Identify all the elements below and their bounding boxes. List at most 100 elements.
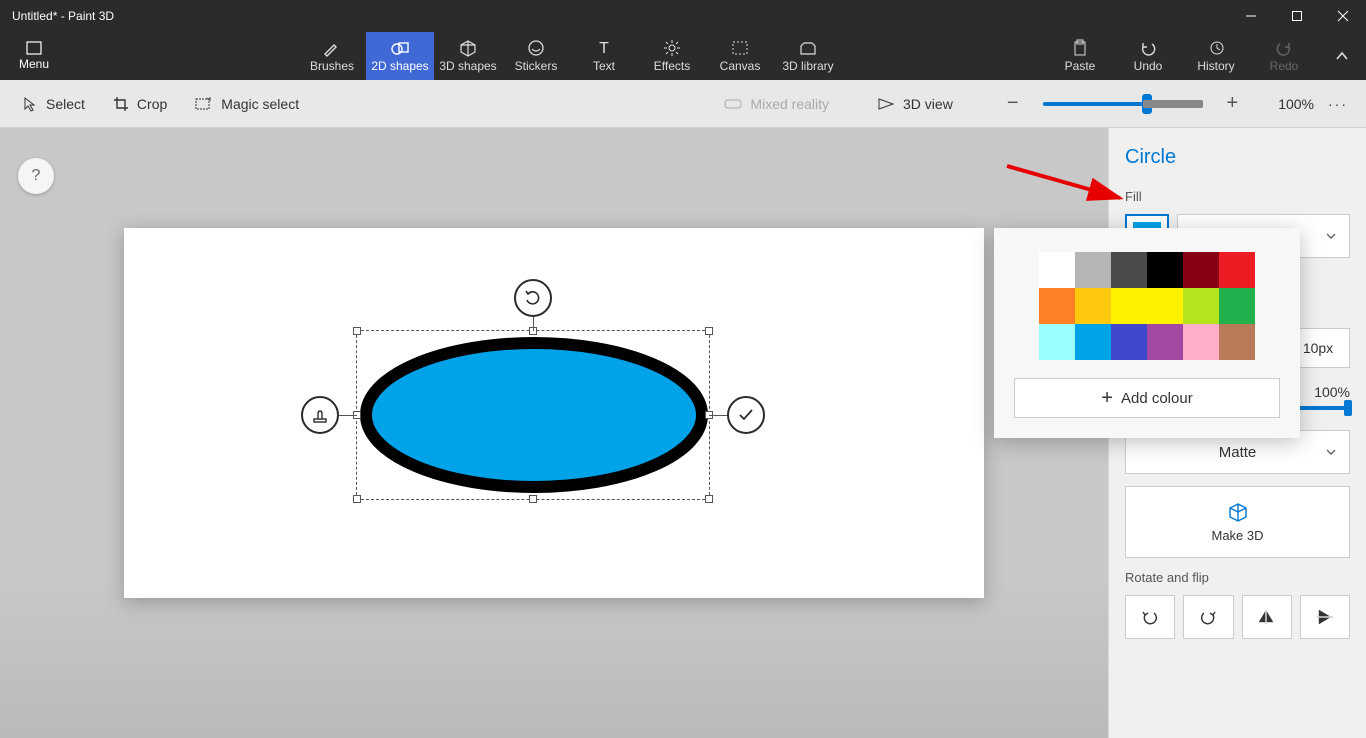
circle-shape[interactable] [359, 337, 709, 493]
select-tool[interactable]: Select [12, 90, 95, 118]
color-swatch[interactable] [1147, 288, 1183, 324]
ribbon: Menu Brushes 2D shapes 3D shapes Sticker… [0, 32, 1366, 80]
color-swatch[interactable] [1039, 324, 1075, 360]
rotate-ccw-button[interactable] [1125, 595, 1175, 639]
more-options-button[interactable]: ··· [1322, 96, 1354, 112]
crop-tool[interactable]: Crop [103, 90, 177, 118]
2d-shapes-tab[interactable]: 2D shapes [366, 32, 434, 80]
stickers-tab[interactable]: Stickers [502, 32, 570, 80]
selection-box[interactable] [356, 330, 710, 500]
opacity-slider-thumb[interactable] [1344, 400, 1352, 416]
resize-handle-sw[interactable] [353, 495, 361, 503]
history-icon [1207, 39, 1225, 57]
zoom-slider[interactable] [1043, 102, 1203, 106]
color-swatch[interactable] [1075, 324, 1111, 360]
stickers-icon [526, 39, 546, 57]
color-swatch[interactable] [1111, 324, 1147, 360]
effects-tab[interactable]: Effects [638, 32, 706, 80]
3d-library-icon [798, 39, 818, 57]
color-grid [1014, 252, 1280, 360]
effects-icon [662, 39, 682, 57]
3d-view-icon [877, 97, 895, 111]
make-3d-button[interactable]: Make 3D [1125, 486, 1350, 558]
resize-handle-s[interactable] [529, 495, 537, 503]
crop-icon [113, 96, 129, 112]
chevron-down-icon [1325, 230, 1337, 242]
mixed-reality-icon [724, 97, 742, 111]
color-swatch[interactable] [1219, 252, 1255, 288]
fill-label: Fill [1125, 189, 1350, 204]
canvas-area[interactable]: ? [0, 128, 1108, 738]
paste-button[interactable]: Paste [1046, 32, 1114, 80]
svg-text:T: T [599, 40, 609, 57]
stamp-button[interactable] [301, 396, 339, 434]
color-swatch[interactable] [1183, 252, 1219, 288]
color-swatch[interactable] [1183, 288, 1219, 324]
zoom-slider-thumb[interactable] [1142, 94, 1152, 114]
check-icon [736, 405, 756, 425]
menu-icon [25, 41, 43, 55]
color-swatch[interactable] [1075, 288, 1111, 324]
minimize-button[interactable] [1228, 0, 1274, 32]
brush-icon [322, 39, 342, 57]
text-tab[interactable]: T Text [570, 32, 638, 80]
3d-library-tab[interactable]: 3D library [774, 32, 842, 80]
color-picker-popup: + Add colour [994, 228, 1300, 438]
cursor-icon [22, 96, 38, 112]
color-swatch[interactable] [1111, 252, 1147, 288]
canvas[interactable] [124, 228, 984, 598]
maximize-button[interactable] [1274, 0, 1320, 32]
color-swatch[interactable] [1039, 288, 1075, 324]
rotate-handle[interactable] [514, 279, 552, 317]
chevron-up-icon [1334, 48, 1350, 64]
rotate-cw-button[interactable] [1183, 595, 1233, 639]
color-swatch[interactable] [1147, 252, 1183, 288]
redo-icon [1275, 39, 1293, 57]
color-swatch[interactable] [1111, 288, 1147, 324]
color-swatch[interactable] [1075, 252, 1111, 288]
undo-button[interactable]: Undo [1114, 32, 1182, 80]
color-swatch[interactable] [1183, 324, 1219, 360]
canvas-tab[interactable]: Canvas [706, 32, 774, 80]
resize-handle-ne[interactable] [705, 327, 713, 335]
text-icon: T [594, 39, 614, 57]
menu-button[interactable]: Menu [0, 32, 68, 80]
rotate-ccw-icon [1140, 608, 1160, 626]
mixed-reality-button: Mixed reality [714, 90, 839, 118]
zoom-out-button[interactable]: − [999, 92, 1027, 115]
add-color-button[interactable]: + Add colour [1014, 378, 1280, 418]
secondary-toolbar: Select Crop Magic select Mixed reality 3… [0, 80, 1366, 128]
redo-button[interactable]: Redo [1250, 32, 1318, 80]
flip-vertical-button[interactable] [1300, 595, 1350, 639]
rotate-flip-label: Rotate and flip [1125, 570, 1350, 585]
3d-view-button[interactable]: 3D view [867, 90, 963, 118]
paste-icon [1071, 39, 1089, 57]
plus-icon: + [1101, 387, 1113, 410]
help-button[interactable]: ? [18, 158, 54, 194]
commit-button[interactable] [727, 396, 765, 434]
color-swatch[interactable] [1219, 288, 1255, 324]
undo-icon [1139, 39, 1157, 57]
color-swatch[interactable] [1039, 252, 1075, 288]
canvas-icon [730, 39, 750, 57]
2d-shapes-icon [390, 39, 410, 57]
brushes-tab[interactable]: Brushes [298, 32, 366, 80]
flip-horizontal-button[interactable] [1242, 595, 1292, 639]
panel-title: Circle [1125, 146, 1350, 169]
zoom-level: 100% [1278, 96, 1314, 112]
close-button[interactable] [1320, 0, 1366, 32]
zoom-in-button[interactable]: + [1219, 92, 1247, 115]
magic-select-tool[interactable]: Magic select [185, 90, 309, 118]
3d-shapes-tab[interactable]: 3D shapes [434, 32, 502, 80]
rotate-cw-icon [1198, 608, 1218, 626]
expand-panel-button[interactable] [1318, 32, 1366, 80]
rotate-icon [523, 288, 543, 308]
color-swatch[interactable] [1147, 324, 1183, 360]
resize-handle-nw[interactable] [353, 327, 361, 335]
resize-handle-se[interactable] [705, 495, 713, 503]
title-bar: Untitled* - Paint 3D [0, 0, 1366, 32]
3d-shapes-icon [458, 39, 478, 57]
flip-vertical-icon [1315, 608, 1335, 626]
history-button[interactable]: History [1182, 32, 1250, 80]
color-swatch[interactable] [1219, 324, 1255, 360]
